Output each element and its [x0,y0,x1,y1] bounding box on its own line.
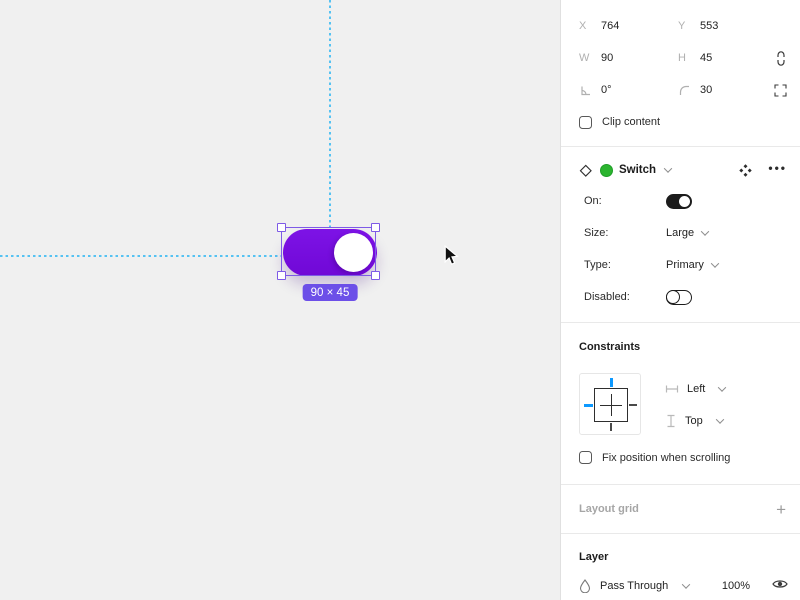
blend-mode-droplet-icon [579,578,591,593]
chevron-down-icon [710,259,720,268]
fix-position-row: Fix position when scrolling [579,451,730,464]
vertical-constraint-select[interactable]: Top [665,405,725,437]
prop-type-select[interactable]: Primary [666,259,704,271]
prop-on-label: On: [584,195,602,207]
component-icon [578,163,593,178]
size-row: W 90 H 45 [561,42,800,74]
prop-row-disabled: Disabled: [561,281,800,313]
corner-radius-input[interactable]: 30 [700,84,766,96]
vertical-constraint-icon [667,414,675,428]
horizontal-constraint-icon [665,385,679,393]
constraints-section: Constraints Left Top Fix position when s… [561,322,800,484]
constraint-left-tick[interactable] [584,403,593,407]
chevron-down-icon[interactable] [663,164,673,173]
x-input[interactable]: 764 [601,20,678,32]
height-label: H [678,52,686,64]
chevron-down-icon [718,383,727,392]
prop-size-label: Size: [584,227,609,239]
constraint-top-tick[interactable] [609,378,613,387]
horizontal-constraint-select[interactable]: Left [665,373,727,405]
chevron-down-icon [682,579,691,589]
layer-section: Layer Pass Through 100% [561,533,800,600]
fix-position-checkbox[interactable] [579,451,592,464]
clip-content-checkbox[interactable] [579,115,592,129]
rotation-icon [579,84,601,97]
width-input[interactable]: 90 [601,52,678,64]
fix-position-label: Fix position when scrolling [602,451,731,464]
guide-line-vertical [329,0,331,228]
chevron-down-icon [715,415,724,424]
constrain-proportions-icon[interactable] [775,50,787,67]
height-input[interactable]: 45 [700,52,766,64]
clip-content-label: Clip content [602,116,661,128]
component-section: Switch ••• On: Size: Large Type: Primary [561,146,800,322]
y-label: Y [678,20,686,32]
component-name[interactable]: Switch [619,164,656,176]
swap-instance-icon[interactable] [739,164,752,180]
layout-grid-section: Layout grid + [561,484,800,533]
layout-grid-title: Layout grid [579,503,639,515]
x-label: X [579,20,587,32]
selection-handle-sw[interactable] [277,271,286,280]
clip-content-row: Clip content [561,106,800,138]
prop-disabled-toggle[interactable] [666,289,692,305]
prop-row-size: Size: Large [561,217,800,249]
selection-box [277,223,380,280]
width-label: W [579,52,590,64]
selection-handle-ne[interactable] [371,223,380,232]
prop-on-toggle[interactable] [666,193,692,209]
add-layout-grid-button[interactable]: + [776,501,786,518]
blend-mode-select[interactable]: Pass Through [579,578,691,593]
component-header: Switch ••• [561,155,800,185]
chevron-down-icon [700,227,710,236]
prop-row-on: On: [561,185,800,217]
layer-visibility-eye-icon[interactable] [772,578,788,593]
rotation-input[interactable]: 0° [601,84,678,96]
layer-row: Pass Through 100% [579,578,788,593]
corner-radius-icon [678,84,700,97]
position-row: X 764 Y 553 [561,10,800,42]
rotation-radius-row: 0° 30 [561,74,800,106]
layer-opacity-input[interactable]: 100% [722,580,750,592]
transform-section: X 764 Y 553 W 90 H 45 0° 30 Clip content [561,0,800,146]
constraint-dropdowns: Left Top [665,373,727,437]
independent-corners-icon[interactable] [774,83,787,97]
prop-type-label: Type: [584,259,611,271]
design-canvas[interactable]: 90 × 45 [0,0,560,600]
mouse-cursor [443,244,462,273]
toggle-knob [666,289,680,304]
inspector-panel: X 764 Y 553 W 90 H 45 0° 30 Clip content… [560,0,800,600]
constraints-title: Constraints [579,341,641,353]
prop-disabled-label: Disabled: [584,291,630,303]
selection-handle-se[interactable] [371,271,380,280]
more-options-button[interactable]: ••• [768,161,787,175]
prop-row-type: Type: Primary [561,249,800,281]
y-input[interactable]: 553 [700,20,766,32]
layer-title: Layer [579,551,609,563]
toggle-knob [679,195,690,207]
selection-handle-nw[interactable] [277,223,286,232]
prop-size-select[interactable]: Large [666,227,694,239]
constraint-right-tick[interactable] [629,404,637,406]
component-status-dot-icon [600,163,613,177]
dimension-badge: 90 × 45 [302,284,358,301]
constraint-bottom-tick[interactable] [610,423,612,431]
guide-line-horizontal [0,255,281,257]
constraints-widget[interactable] [579,373,641,435]
